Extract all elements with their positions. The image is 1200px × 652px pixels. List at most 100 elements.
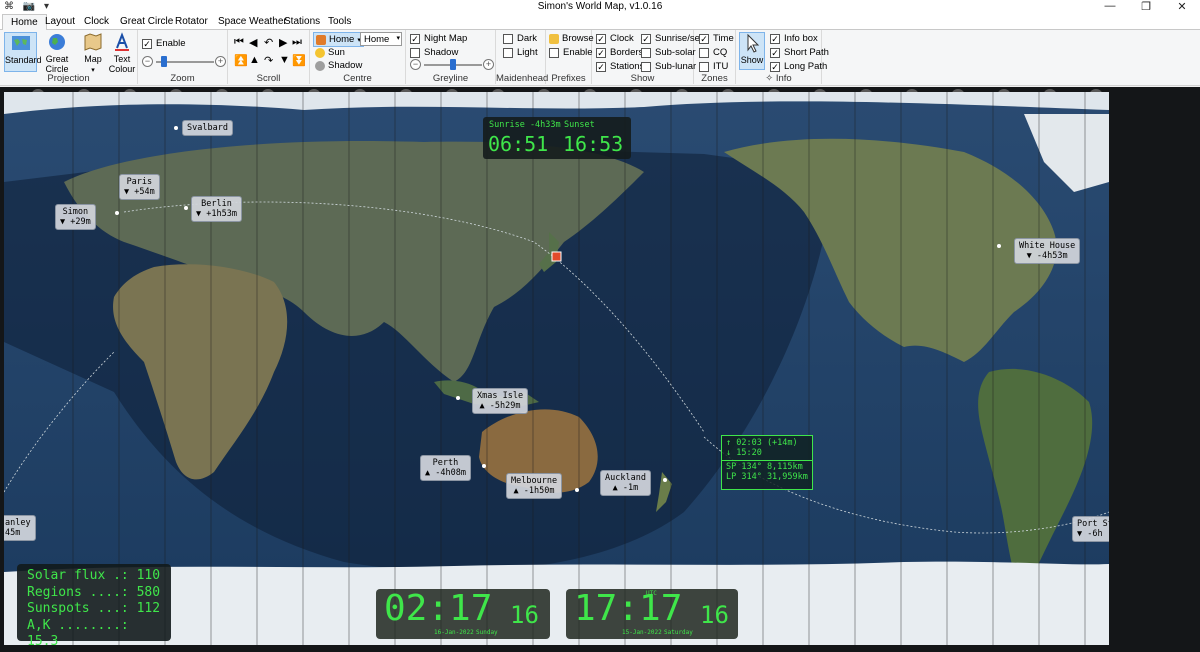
text-colour-button[interactable]: Text Colour <box>108 32 136 74</box>
tab-space-weather[interactable]: Space Weather <box>218 16 287 27</box>
show-borders-checkbox[interactable]: ✓ Borders <box>596 47 643 58</box>
show-clock-checkbox[interactable]: ✓ Clock <box>596 33 634 44</box>
station-dot <box>184 206 188 210</box>
centre-shadow-button[interactable]: Shadow <box>315 60 362 71</box>
scroll-top-icon[interactable]: ⏫ <box>234 54 248 67</box>
solar-value: 112 <box>136 601 161 616</box>
sunset-label: Sunset <box>564 120 595 130</box>
station-white-house[interactable]: White House ▼ -4h53m <box>1014 238 1081 264</box>
zones-group-label: Zones <box>701 73 728 84</box>
show-subsolar-checkbox[interactable]: Sub-solar <box>641 47 696 58</box>
sun-icon <box>315 47 325 58</box>
info-box-label: Info box <box>784 33 818 44</box>
sunset-time: 16:53 <box>563 132 624 156</box>
solar-value: 15,3 <box>27 634 59 645</box>
show-clock-label: Clock <box>610 33 634 44</box>
tab-clock[interactable]: Clock <box>84 16 109 27</box>
standard-button[interactable]: Standard <box>4 32 42 72</box>
greyline-slider[interactable] <box>424 59 482 70</box>
scroll-left-icon[interactable]: ◀ <box>249 36 257 49</box>
map-button[interactable]: Map ▾ <box>80 32 106 76</box>
globe-icon <box>49 34 65 50</box>
station-svalbard[interactable]: Svalbard <box>182 120 233 136</box>
world-map[interactable]: Svalbard Paris ▼ +54m Simon ▼ +29m Berlin ▼… <box>4 92 1109 645</box>
zoom-in-icon[interactable]: + <box>215 56 226 67</box>
zones-time-checkbox[interactable]: ✓ Time <box>699 33 734 44</box>
utc-clock-day: Saturday <box>664 629 693 636</box>
dropdown-arrow-icon: ▾ <box>396 35 400 42</box>
home-marker-icon[interactable] <box>551 251 562 262</box>
solar-key: Sunspots ...: <box>27 601 129 616</box>
centre-home-dropdown[interactable]: Home ▾ <box>360 32 402 46</box>
centre-sun-label: Sun <box>328 47 345 58</box>
zoom-enable-checkbox[interactable]: ✓ Enable <box>142 38 186 49</box>
info-box-checkbox[interactable]: ✓ Info box <box>770 33 818 44</box>
show-sublunar-label: Sub-lunar <box>655 61 697 72</box>
show-stations-label: Stations <box>610 61 645 72</box>
info-show-button[interactable]: Show <box>739 32 765 70</box>
map-area[interactable]: 21012345678910111211109876543 <box>0 87 1200 652</box>
station-name: White House <box>1019 241 1076 251</box>
station-offset: ▼ -6h <box>1077 529 1103 539</box>
night-map-label: Night Map <box>424 33 468 44</box>
greyline-minus-icon[interactable]: − <box>410 59 421 70</box>
centre-group: Home▾ Home▾ Sun Shadow Centre <box>310 30 406 84</box>
zoom-group: ✓ Enable − + Zoom <box>138 30 228 84</box>
scroll-undo-icon[interactable]: ↶ <box>264 36 273 49</box>
scroll-last-icon[interactable]: ⏭ <box>292 36 302 49</box>
checkbox-icon <box>503 33 513 44</box>
greyline-slider-knob[interactable] <box>450 59 456 70</box>
zoom-slider-knob[interactable] <box>161 56 168 67</box>
station-simon[interactable]: Simon ▼ +29m <box>55 204 96 230</box>
tab-layout[interactable]: Layout <box>45 16 75 27</box>
station-name: Svalbard <box>187 123 228 133</box>
prefixes-enable-label: Enable <box>563 47 593 58</box>
station-perth[interactable]: Perth ▲ -4h08m <box>420 455 471 481</box>
browse-button[interactable]: Browse <box>549 33 594 44</box>
scroll-right-icon[interactable]: ▶ <box>279 36 287 49</box>
maximize-button[interactable]: ❐ <box>1128 0 1164 13</box>
short-path-checkbox[interactable]: ✓ Short Path <box>770 47 829 58</box>
station-berlin[interactable]: Berlin ▼ +1h53m <box>191 196 242 222</box>
sunrise-label: Sunrise -4h33m <box>489 120 561 130</box>
station-dot <box>482 464 486 468</box>
night-map-checkbox[interactable]: ✓ Night Map <box>410 33 467 44</box>
tab-tools[interactable]: Tools <box>328 16 351 27</box>
tab-rotator[interactable]: Rotator <box>175 16 208 27</box>
scroll-up-icon[interactable]: ▲ <box>249 54 260 66</box>
show-stations-checkbox[interactable]: ✓ Stations <box>596 61 644 72</box>
zoom-slider[interactable] <box>156 56 214 67</box>
cursor-icon <box>747 33 760 53</box>
greyline-plus-icon[interactable]: + <box>483 59 494 70</box>
greyline-group: ✓ Night Map Shadow − + Greyline <box>406 30 496 84</box>
scroll-down-icon[interactable]: ▼ <box>279 54 290 66</box>
zones-itu-checkbox[interactable]: ITU <box>699 61 728 72</box>
tab-great-circle[interactable]: Great Circle <box>120 16 173 27</box>
station-auckland[interactable]: Auckland ▲ -1m <box>600 470 651 496</box>
show-sublunar-checkbox[interactable]: Sub-lunar <box>641 61 696 72</box>
long-path-checkbox[interactable]: ✓ Long Path <box>770 61 827 72</box>
station-paris[interactable]: Paris ▼ +54m <box>119 174 160 200</box>
minimize-button[interactable]: — <box>1092 0 1128 13</box>
scroll-first-icon[interactable]: ⏮ <box>234 36 244 49</box>
scroll-bottom-icon[interactable]: ⏬ <box>292 54 306 67</box>
centre-home-button[interactable]: Home▾ <box>313 32 364 47</box>
station-melbourne[interactable]: Melbourne ▲ -1h50m <box>506 473 563 499</box>
maidenhead-light-checkbox[interactable]: Light <box>503 47 538 58</box>
station-xmas-isle[interactable]: Xmas Isle ▲ -5h29m <box>472 388 529 414</box>
station-name: Xmas Isle <box>477 391 524 401</box>
tab-stations[interactable]: Stations <box>284 16 320 27</box>
prefixes-enable-checkbox[interactable]: Enable <box>549 47 593 58</box>
zoom-out-icon[interactable]: − <box>142 56 153 67</box>
maidenhead-dark-checkbox[interactable]: Dark <box>503 33 537 44</box>
utc-clock-seconds: 16 <box>700 601 729 629</box>
centre-sun-button[interactable]: Sun <box>315 47 345 58</box>
great-circle-button[interactable]: Great Circle <box>38 32 76 74</box>
zones-cq-checkbox[interactable]: CQ <box>699 47 727 58</box>
tab-home[interactable]: Home <box>2 14 47 31</box>
station-port-stanley[interactable]: Port St▼ -6h <box>1072 516 1109 542</box>
greyline-shadow-checkbox[interactable]: Shadow <box>410 47 458 58</box>
station-stanley[interactable]: anley 45m <box>4 515 36 541</box>
scroll-redo-icon[interactable]: ↷ <box>264 54 273 67</box>
close-button[interactable]: ✕ <box>1164 0 1200 13</box>
